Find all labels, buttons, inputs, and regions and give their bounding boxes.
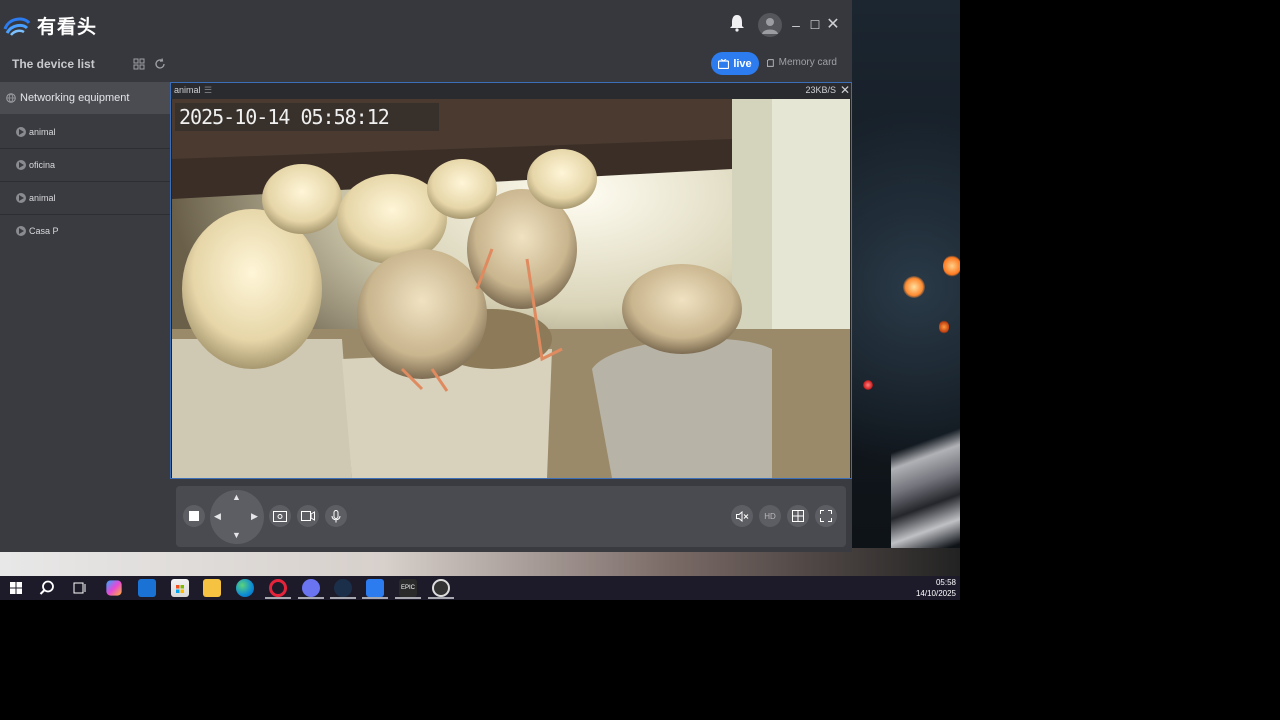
edge-icon[interactable] — [236, 579, 254, 597]
sub-toolbar: The device list live Memory card — [0, 50, 852, 82]
running-indicator — [265, 597, 291, 599]
app-window: 有看头 – ☐ ✕ The device list live Memory ca… — [0, 0, 852, 552]
live-tab-button[interactable]: live — [711, 52, 759, 75]
taskbar: EPIC 05:58 14/10/2025 — [0, 576, 960, 600]
clock-date: 14/10/2025 — [915, 589, 956, 598]
speaker-mute-icon — [735, 510, 748, 522]
device-item[interactable]: Casa P — [0, 214, 170, 247]
pan-left-icon[interactable]: ◀ — [214, 511, 221, 522]
hd-toggle-button[interactable]: HD — [759, 505, 781, 527]
system-clock[interactable]: 05:58 14/10/2025 — [916, 577, 956, 599]
tv-icon — [718, 58, 730, 69]
app-logo: 有看头 — [3, 12, 97, 39]
mute-button[interactable] — [731, 505, 753, 527]
live-label: live — [733, 57, 752, 70]
play-circle-icon — [16, 126, 26, 137]
outlook-icon[interactable] — [138, 579, 156, 597]
device-label: animal — [29, 126, 56, 137]
snapshot-button[interactable] — [269, 505, 291, 527]
device-list-title: The device list — [12, 57, 95, 71]
microphone-button[interactable] — [325, 505, 347, 527]
hd-label: HD — [764, 511, 776, 521]
memory-card-icon — [767, 58, 774, 67]
device-item[interactable]: animal — [0, 181, 170, 215]
pan-right-icon[interactable]: ▶ — [251, 511, 258, 522]
device-item[interactable]: oficina — [0, 148, 170, 182]
video-timestamp: 2025-10-14 05:58:12 — [175, 103, 439, 131]
memory-card-label: Memory card — [778, 57, 837, 68]
stop-icon — [189, 511, 199, 521]
video-record-icon — [301, 511, 315, 521]
task-view-icon[interactable] — [71, 579, 89, 597]
globe-icon — [6, 93, 16, 103]
microphone-icon — [331, 509, 341, 522]
grid-view-icon[interactable] — [133, 57, 145, 75]
fullscreen-button[interactable] — [815, 505, 837, 527]
opera-icon[interactable] — [269, 579, 287, 597]
windows-start-icon[interactable] — [7, 579, 25, 597]
record-button[interactable] — [297, 505, 319, 527]
minimize-icon[interactable]: – — [787, 16, 805, 34]
bitrate-readout: 23KB/S — [805, 85, 836, 95]
notification-bell-icon[interactable] — [728, 14, 746, 32]
play-circle-icon — [16, 192, 26, 203]
grid-layout-icon — [792, 510, 804, 522]
close-video-icon[interactable]: ✕ — [840, 83, 850, 97]
play-circle-icon — [16, 159, 26, 170]
running-indicator — [362, 597, 388, 599]
device-group-label: Networking equipment — [20, 92, 130, 104]
screenshot-icon — [273, 510, 287, 522]
video-header: animal ☰ 23KB/S ✕ — [171, 83, 851, 99]
pan-down-icon[interactable]: ▼ — [232, 530, 241, 540]
steam-icon[interactable] — [334, 579, 352, 597]
store-icon[interactable] — [171, 579, 189, 597]
red-app-icon[interactable] — [432, 579, 450, 597]
video-panel[interactable]: animal ☰ 23KB/S ✕ 2025-10-14 05:58:12 — [170, 82, 852, 479]
title-bar: 有看头 – ☐ ✕ — [0, 0, 852, 50]
desktop-wallpaper — [851, 0, 960, 576]
search-icon[interactable] — [38, 579, 56, 597]
desktop-wallpaper-strip — [0, 548, 960, 576]
refresh-icon[interactable] — [154, 57, 166, 75]
discord-icon[interactable] — [302, 579, 320, 597]
device-label: Casa P — [29, 225, 59, 236]
running-indicator — [330, 597, 356, 599]
menu-icon[interactable]: ☰ — [204, 85, 212, 96]
maximize-icon[interactable]: ☐ — [806, 16, 824, 34]
user-avatar[interactable] — [758, 13, 782, 37]
running-indicator — [428, 597, 454, 599]
camera-name: animal — [174, 85, 201, 95]
camera-feed-image — [172, 99, 850, 478]
clock-time: 05:58 — [935, 578, 956, 587]
brand-logo-icon — [3, 17, 31, 36]
close-icon[interactable]: ✕ — [824, 16, 842, 34]
stop-button[interactable] — [183, 505, 205, 527]
device-label: animal — [29, 192, 56, 203]
memory-card-tab[interactable]: Memory card — [767, 57, 837, 68]
playback-controls: ▲ ▼ ◀ ▶ HD — [176, 486, 846, 547]
fullscreen-icon — [820, 510, 832, 522]
device-label: oficina — [29, 159, 56, 170]
device-item[interactable]: animal — [0, 115, 170, 149]
camera-feed[interactable]: 2025-10-14 05:58:12 — [172, 99, 850, 478]
ptz-dpad[interactable]: ▲ ▼ ◀ ▶ — [210, 490, 264, 544]
running-indicator — [395, 597, 421, 599]
device-group-header[interactable]: Networking equipment — [0, 82, 170, 114]
device-sidebar: Networking equipment animal oficina anim… — [0, 82, 170, 552]
camera-app-icon[interactable] — [366, 579, 384, 597]
app-brand-name: 有看头 — [37, 17, 98, 38]
pan-up-icon[interactable]: ▲ — [232, 492, 241, 502]
copilot-icon[interactable] — [106, 580, 122, 596]
file-explorer-icon[interactable] — [203, 579, 221, 597]
split-view-button[interactable] — [787, 505, 809, 527]
running-indicator — [298, 597, 324, 599]
play-circle-icon — [16, 225, 26, 236]
epic-games-icon[interactable]: EPIC — [399, 579, 417, 597]
